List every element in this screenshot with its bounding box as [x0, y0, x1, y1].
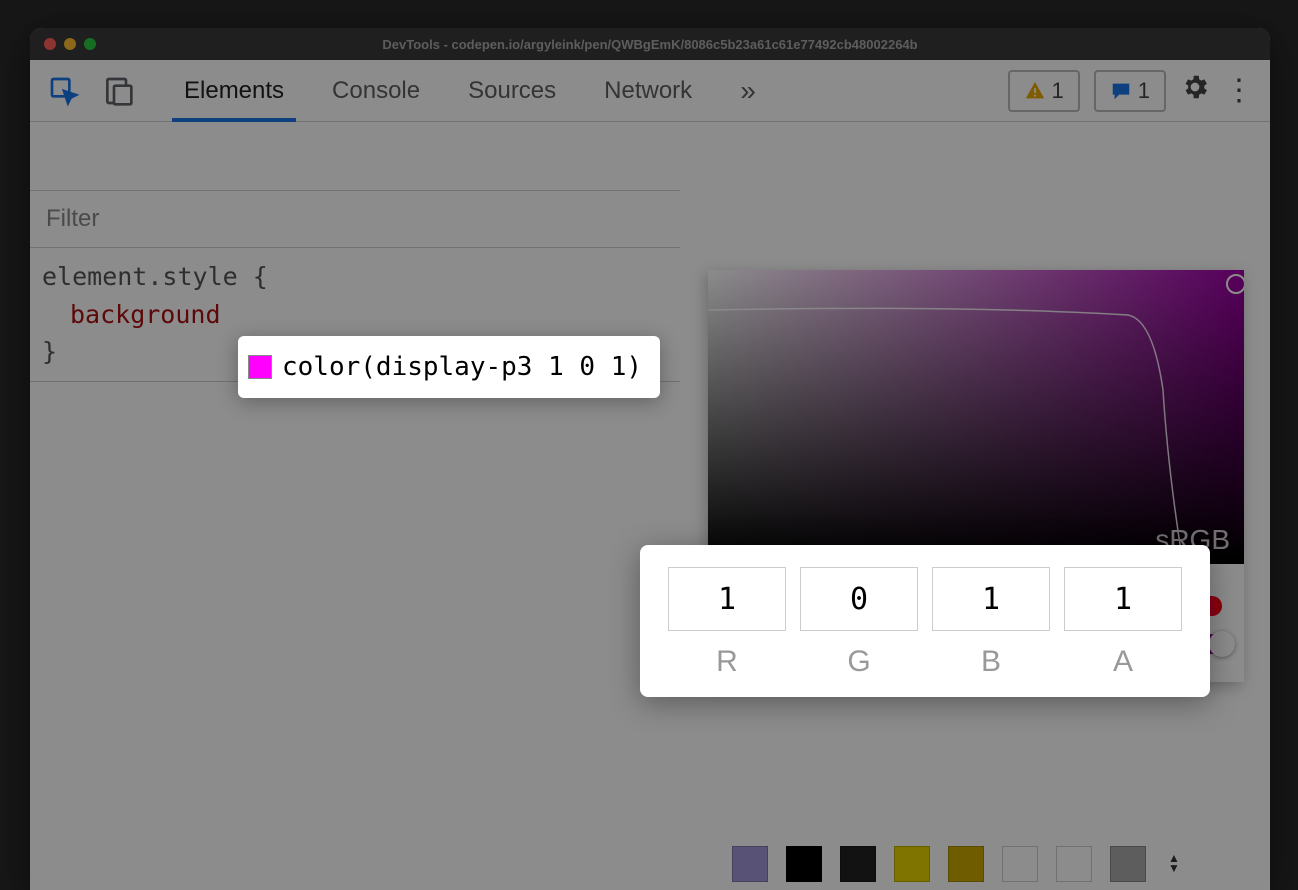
- message-icon: [1110, 80, 1132, 102]
- value-swatch-icon[interactable]: [248, 355, 272, 379]
- toolbar-right: 1 1 ⋮: [1008, 70, 1255, 112]
- toolbar: Elements Console Sources Network » 1 1 ⋮: [30, 60, 1270, 122]
- css-property[interactable]: background: [70, 300, 221, 329]
- window-title: DevTools - codepen.io/argyleink/pen/QWBg…: [30, 37, 1270, 52]
- inspect-element-icon[interactable]: [46, 73, 82, 109]
- palette-swatch[interactable]: [948, 846, 984, 882]
- tabs-overflow-icon[interactable]: »: [740, 75, 756, 107]
- gamut-outline: [708, 270, 1244, 564]
- messages-badge[interactable]: 1: [1094, 70, 1166, 112]
- messages-count: 1: [1138, 78, 1150, 104]
- channel-a-input[interactable]: [1064, 567, 1182, 631]
- css-selector: element.style: [42, 262, 238, 291]
- zoom-window-button[interactable]: [84, 38, 96, 50]
- open-brace: {: [253, 262, 268, 291]
- channel-a-label: A: [1113, 645, 1133, 679]
- traffic-lights: [44, 38, 96, 50]
- saturation-value-area[interactable]: sRGB: [708, 270, 1244, 564]
- palette-swatch[interactable]: [1110, 846, 1146, 882]
- channel-g-label: G: [847, 645, 870, 679]
- palette-swatch[interactable]: [1056, 846, 1092, 882]
- tabs: Elements Console Sources Network »: [184, 60, 990, 121]
- palette-row: ▲▼: [732, 846, 1180, 882]
- css-value[interactable]: color(display-p3 1 0 1): [282, 352, 642, 382]
- body-area: Filter element.style { background } sRGB: [30, 122, 1270, 890]
- styles-filter-input[interactable]: Filter: [30, 190, 680, 248]
- alpha-thumb[interactable]: [1209, 631, 1235, 657]
- channel-r-input[interactable]: [668, 567, 786, 631]
- close-brace: }: [42, 337, 57, 366]
- warnings-badge[interactable]: 1: [1008, 70, 1080, 112]
- settings-icon[interactable]: [1180, 72, 1210, 110]
- css-value-tooltip[interactable]: color(display-p3 1 0 1): [238, 336, 660, 398]
- warning-icon: [1024, 80, 1046, 102]
- warnings-count: 1: [1052, 78, 1064, 104]
- devtools-window: DevTools - codepen.io/argyleink/pen/QWBg…: [30, 28, 1270, 890]
- tab-elements[interactable]: Elements: [184, 60, 284, 121]
- more-options-icon[interactable]: ⋮: [1224, 73, 1254, 108]
- minimize-window-button[interactable]: [64, 38, 76, 50]
- close-window-button[interactable]: [44, 38, 56, 50]
- color-palette: ▲▼: [732, 846, 1180, 890]
- channel-b-label: B: [981, 645, 1001, 679]
- channel-b-input[interactable]: [932, 567, 1050, 631]
- palette-swatch[interactable]: [1002, 846, 1038, 882]
- palette-sort-icon[interactable]: ▲▼: [1168, 854, 1180, 873]
- rgba-inputs: R G B A: [640, 545, 1210, 697]
- channel-g-input[interactable]: [800, 567, 918, 631]
- device-toolbar-icon[interactable]: [100, 73, 136, 109]
- palette-swatch[interactable]: [840, 846, 876, 882]
- tab-network[interactable]: Network: [604, 60, 692, 121]
- channel-r-label: R: [716, 645, 738, 679]
- palette-swatch[interactable]: [894, 846, 930, 882]
- tab-sources[interactable]: Sources: [468, 60, 556, 121]
- palette-swatch[interactable]: [732, 846, 768, 882]
- palette-swatch[interactable]: [786, 846, 822, 882]
- titlebar: DevTools - codepen.io/argyleink/pen/QWBg…: [30, 28, 1270, 60]
- tab-console[interactable]: Console: [332, 60, 420, 121]
